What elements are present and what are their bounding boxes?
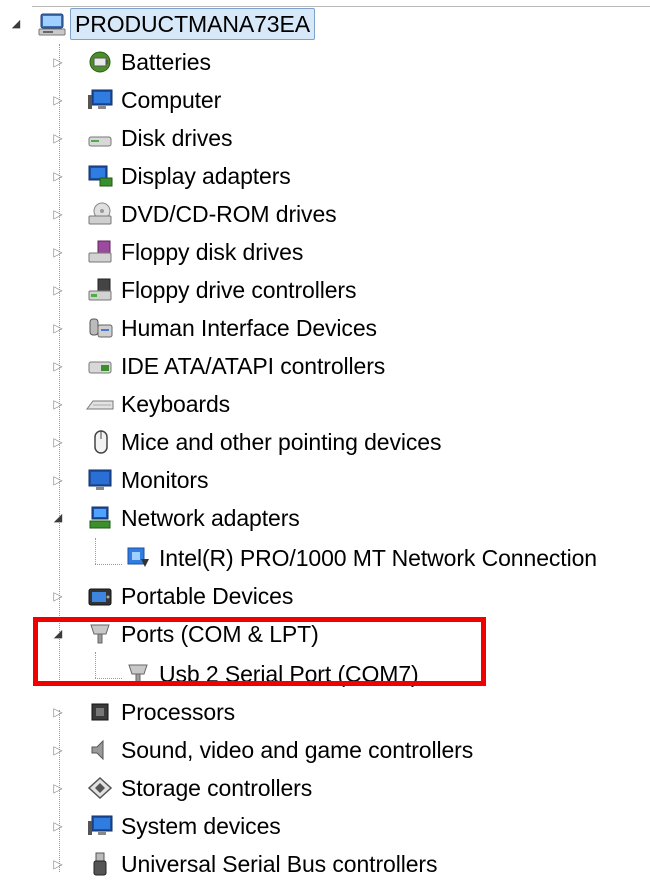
expand-arrow-icon[interactable]: ▷ [52, 781, 64, 795]
hid-icon [84, 315, 116, 341]
storage-controller-icon [84, 775, 116, 801]
tree-node-processors[interactable]: ▷ Processors [0, 694, 238, 730]
expand-arrow-icon[interactable]: ▷ [52, 169, 64, 183]
category-label[interactable]: Processors [118, 697, 238, 727]
disk-drive-icon [84, 125, 116, 151]
expand-arrow-icon[interactable]: ▷ [52, 321, 64, 335]
tree-node-hid[interactable]: ▷ Human Interface Devices [0, 310, 380, 346]
floppy-disk-icon [84, 239, 116, 265]
tree-node-network-adapters[interactable]: ◢ Network adapters [0, 500, 303, 536]
expand-arrow-icon[interactable]: ▷ [52, 131, 64, 145]
tree-node-floppy-disk-drives[interactable]: ▷ Floppy disk drives [0, 234, 306, 270]
tree-node-disk-drives[interactable]: ▷ Disk drives [0, 120, 235, 156]
category-label[interactable]: Mice and other pointing devices [118, 427, 444, 457]
mouse-icon [84, 429, 116, 455]
tree-node-network-connection[interactable]: Intel(R) PRO/1000 MT Network Connection [0, 540, 600, 576]
network-card-icon [122, 545, 154, 571]
tree-node-batteries[interactable]: ▷ Batteries [0, 44, 214, 80]
expand-arrow-icon[interactable]: ▷ [52, 435, 64, 449]
usb-icon [84, 851, 116, 877]
highlight-box [33, 617, 486, 686]
monitor-icon [84, 467, 116, 493]
expand-arrow-icon[interactable]: ▷ [52, 245, 64, 259]
display-adapter-icon [84, 163, 116, 189]
tree-node-root[interactable]: ◢ PRODUCTMANA73EA [0, 6, 315, 42]
system-device-icon [84, 813, 116, 839]
tree-node-floppy-controllers[interactable]: ▷ Floppy drive controllers [0, 272, 359, 308]
category-label[interactable]: Sound, video and game controllers [118, 735, 476, 765]
category-label[interactable]: DVD/CD-ROM drives [118, 199, 340, 229]
computer-root-icon [36, 11, 68, 37]
computer-icon [84, 87, 116, 113]
expand-arrow-icon[interactable]: ▷ [52, 283, 64, 297]
tree-node-system-devices[interactable]: ▷ System devices [0, 808, 284, 844]
category-label[interactable]: IDE ATA/ATAPI controllers [118, 351, 388, 381]
category-label[interactable]: Floppy disk drives [118, 237, 306, 267]
expand-arrow-icon[interactable]: ▷ [52, 819, 64, 833]
expand-arrow-icon[interactable]: ▷ [52, 207, 64, 221]
expand-arrow-icon[interactable]: ▷ [52, 55, 64, 69]
tree-node-usb-controllers[interactable]: ▷ Universal Serial Bus controllers [0, 846, 440, 882]
category-label[interactable]: Portable Devices [118, 581, 296, 611]
expand-arrow-icon[interactable]: ▷ [52, 589, 64, 603]
expand-arrow-icon[interactable]: ▷ [52, 93, 64, 107]
category-label[interactable]: Computer [118, 85, 224, 115]
tree-node-ide-controllers[interactable]: ▷ IDE ATA/ATAPI controllers [0, 348, 388, 384]
category-label[interactable]: Human Interface Devices [118, 313, 380, 343]
tree-node-keyboards[interactable]: ▷ Keyboards [0, 386, 233, 422]
expand-arrow-icon[interactable]: ▷ [52, 473, 64, 487]
dvd-drive-icon [84, 201, 116, 227]
category-label[interactable]: Floppy drive controllers [118, 275, 359, 305]
expand-arrow-icon[interactable]: ▷ [52, 857, 64, 871]
floppy-controller-icon [84, 277, 116, 303]
tree-node-portable-devices[interactable]: ▷ Portable Devices [0, 578, 296, 614]
keyboard-icon [84, 391, 116, 417]
root-label[interactable]: PRODUCTMANA73EA [70, 8, 315, 40]
tree-node-storage-controllers[interactable]: ▷ Storage controllers [0, 770, 315, 806]
processor-icon [84, 699, 116, 725]
tree-node-dvd-drives[interactable]: ▷ DVD/CD-ROM drives [0, 196, 340, 232]
category-label[interactable]: Universal Serial Bus controllers [118, 849, 440, 879]
category-label[interactable]: Storage controllers [118, 773, 315, 803]
battery-icon [84, 49, 116, 75]
expand-arrow-icon[interactable]: ▷ [52, 743, 64, 757]
collapse-arrow-icon[interactable]: ◢ [52, 511, 64, 525]
portable-device-icon [84, 583, 116, 609]
category-label[interactable]: Network adapters [118, 503, 303, 533]
tree-node-monitors[interactable]: ▷ Monitors [0, 462, 211, 498]
ide-controller-icon [84, 353, 116, 379]
network-adapter-icon [84, 505, 116, 531]
tree-node-sound[interactable]: ▷ Sound, video and game controllers [0, 732, 476, 768]
device-label[interactable]: Intel(R) PRO/1000 MT Network Connection [156, 543, 600, 573]
tree-node-computer[interactable]: ▷ Computer [0, 82, 224, 118]
category-label[interactable]: Monitors [118, 465, 211, 495]
expand-arrow-icon[interactable]: ▷ [52, 705, 64, 719]
expand-arrow-icon[interactable]: ▷ [52, 397, 64, 411]
category-label[interactable]: Disk drives [118, 123, 235, 153]
category-label[interactable]: Keyboards [118, 389, 233, 419]
collapse-arrow-icon[interactable]: ◢ [10, 17, 22, 31]
category-label[interactable]: Display adapters [118, 161, 294, 191]
tree-node-mice[interactable]: ▷ Mice and other pointing devices [0, 424, 444, 460]
tree-node-display-adapters[interactable]: ▷ Display adapters [0, 158, 294, 194]
speaker-icon [84, 737, 116, 763]
category-label[interactable]: Batteries [118, 47, 214, 77]
category-label[interactable]: System devices [118, 811, 284, 841]
expand-arrow-icon[interactable]: ▷ [52, 359, 64, 373]
